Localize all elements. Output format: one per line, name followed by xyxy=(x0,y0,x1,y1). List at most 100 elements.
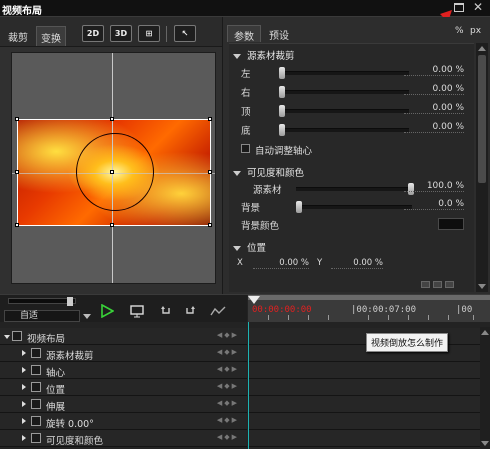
close-icon[interactable]: ✕ xyxy=(473,0,483,14)
crop-right-value[interactable]: 0.00 % xyxy=(404,84,464,95)
keyframe-nav-icons[interactable]: ◀◆▶ xyxy=(217,433,239,441)
track-checkbox[interactable] xyxy=(31,433,41,443)
tab-transform[interactable]: 变换 xyxy=(36,26,66,46)
keyframe-lane[interactable] xyxy=(249,379,490,396)
keyframe-lane[interactable] xyxy=(249,430,490,447)
unit-px-button[interactable]: px xyxy=(470,26,481,36)
background-opacity-slider[interactable] xyxy=(296,201,412,213)
scroll-up-icon[interactable] xyxy=(481,330,489,335)
position-y-value[interactable]: 0.00 % xyxy=(331,258,383,269)
view-2d-button[interactable]: 2D xyxy=(82,25,104,42)
scroll-down-icon[interactable] xyxy=(481,441,489,446)
slider-knob[interactable] xyxy=(279,105,285,117)
expand-icon[interactable] xyxy=(4,335,10,339)
next-keyframe-button[interactable] xyxy=(445,281,454,288)
crop-right-slider[interactable] xyxy=(279,86,409,98)
track-checkbox[interactable] xyxy=(31,416,41,426)
background-opacity-value[interactable]: 0.0 % xyxy=(404,199,464,210)
video-preview-canvas[interactable] xyxy=(11,52,216,284)
position-x-value[interactable]: 0.00 % xyxy=(253,258,309,269)
expand-icon[interactable] xyxy=(22,418,26,424)
unit-percent-button[interactable]: % xyxy=(455,26,464,36)
grid-view-button[interactable]: ⊞ xyxy=(138,25,160,42)
crop-top-value[interactable]: 0.00 % xyxy=(404,103,464,114)
playhead-marker[interactable] xyxy=(248,296,260,304)
track-row-layout[interactable]: 视频布局 ◀◆▶ xyxy=(0,328,247,345)
expand-icon[interactable] xyxy=(22,435,26,441)
keyframe-nav-icons[interactable]: ◀◆▶ xyxy=(217,382,239,390)
keyframe-nav-icons[interactable]: ◀◆▶ xyxy=(217,399,239,407)
source-opacity-slider[interactable] xyxy=(296,183,414,195)
keyframe-nav-icons[interactable]: ◀◆▶ xyxy=(217,331,239,339)
preview-screen-icon[interactable] xyxy=(130,305,144,318)
tab-parameters[interactable]: 参数 xyxy=(227,25,261,43)
keyframe-nav-icons[interactable]: ◀◆▶ xyxy=(217,416,239,424)
expand-icon[interactable] xyxy=(22,350,26,356)
keyframe-lane[interactable] xyxy=(249,413,490,430)
slider-knob[interactable] xyxy=(279,67,285,79)
track-checkbox[interactable] xyxy=(31,382,41,392)
anchor-handle[interactable] xyxy=(110,170,114,174)
expand-icon[interactable] xyxy=(22,384,26,390)
undo-icon[interactable] xyxy=(160,305,172,317)
curve-graph-icon[interactable] xyxy=(210,305,226,317)
add-keyframe-button[interactable] xyxy=(433,281,442,288)
crop-left-slider[interactable] xyxy=(279,67,409,79)
track-checkbox[interactable] xyxy=(31,348,41,358)
section-crop-header[interactable]: 源素材裁剪 xyxy=(233,48,295,62)
resize-handle[interactable] xyxy=(15,117,19,121)
resize-handle[interactable] xyxy=(208,223,212,227)
crop-left-value[interactable]: 0.00 % xyxy=(404,65,464,76)
zoom-knob[interactable] xyxy=(67,297,73,306)
track-row-crop[interactable]: 源素材裁剪 ◀◆▶ xyxy=(0,345,247,362)
view-3d-button[interactable]: 3D xyxy=(110,25,132,42)
prev-keyframe-button[interactable] xyxy=(421,281,430,288)
redo-icon[interactable] xyxy=(184,305,196,317)
track-checkbox[interactable] xyxy=(31,399,41,409)
pointer-tool-button[interactable]: ↖ xyxy=(174,25,196,42)
crop-bottom-slider[interactable] xyxy=(279,124,409,136)
track-checkbox[interactable] xyxy=(31,365,41,375)
expand-icon[interactable] xyxy=(22,401,26,407)
zoom-slider[interactable] xyxy=(8,297,76,306)
keyframe-nav-icons[interactable]: ◀◆▶ xyxy=(217,365,239,373)
slider-knob[interactable] xyxy=(296,201,302,213)
track-checkbox[interactable] xyxy=(12,331,22,341)
resize-handle[interactable] xyxy=(208,117,212,121)
properties-scrollbar[interactable] xyxy=(476,43,488,292)
track-row-rotation[interactable]: 旋转 0.00° ◀◆▶ xyxy=(0,413,247,430)
track-row-visibility[interactable]: 可见度和颜色 ◀◆▶ xyxy=(0,430,247,447)
source-opacity-value[interactable]: 100.0 % xyxy=(404,181,464,192)
slider-knob[interactable] xyxy=(279,86,285,98)
track-row-stretch[interactable]: 伸展 ◀◆▶ xyxy=(0,396,247,413)
tab-crop[interactable]: 裁剪 xyxy=(4,26,32,46)
resize-handle[interactable] xyxy=(110,223,114,227)
tab-presets[interactable]: 预设 xyxy=(263,25,295,42)
track-row-axis[interactable]: 轴心 ◀◆▶ xyxy=(0,362,247,379)
slider-knob[interactable] xyxy=(279,124,285,136)
resize-handle[interactable] xyxy=(15,223,19,227)
scroll-up-icon[interactable] xyxy=(478,46,486,51)
section-position-header[interactable]: 位置 xyxy=(233,240,266,254)
timeline-scrollbar[interactable] xyxy=(480,327,490,449)
expand-icon[interactable] xyxy=(22,367,26,373)
crop-bottom-value[interactable]: 0.00 % xyxy=(404,122,464,133)
keyframe-nav-icons[interactable]: ◀◆▶ xyxy=(217,348,239,356)
rotation-circle[interactable] xyxy=(76,133,154,211)
play-icon[interactable] xyxy=(100,304,114,318)
fit-dropdown[interactable]: 自适 xyxy=(4,310,80,322)
keyframe-lane[interactable] xyxy=(249,396,490,413)
resize-handle[interactable] xyxy=(208,170,212,174)
background-color-swatch[interactable] xyxy=(438,218,464,230)
scroll-down-icon[interactable] xyxy=(478,284,486,289)
crop-top-slider[interactable] xyxy=(279,105,409,117)
resize-handle[interactable] xyxy=(110,117,114,121)
section-visibility-header[interactable]: 可见度和颜色 xyxy=(233,165,304,179)
keyframe-lane[interactable] xyxy=(249,362,490,379)
track-row-position[interactable]: 位置 ◀◆▶ xyxy=(0,379,247,396)
chevron-down-icon[interactable] xyxy=(83,314,91,319)
scroll-thumb[interactable] xyxy=(478,55,486,183)
auto-axis-checkbox[interactable] xyxy=(241,144,250,153)
timeline-ruler[interactable]: 00:00:00:00 |00:00:07:00 |00 xyxy=(248,295,490,322)
resize-handle[interactable] xyxy=(15,170,19,174)
